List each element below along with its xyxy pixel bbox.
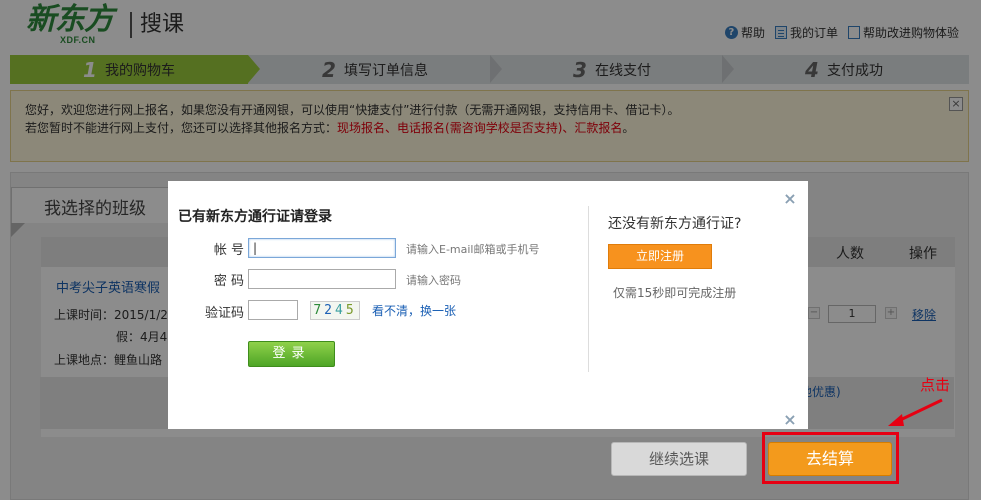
register-prompt: 还没有新东方通行证? [608, 216, 742, 232]
captcha-char: 2 [324, 303, 335, 318]
password-hint: 请输入密码 [406, 274, 461, 287]
highlight-box [762, 432, 899, 484]
register-note: 仅需15秒即可完成注册 [613, 286, 737, 300]
password-label: 密 码 [213, 274, 244, 289]
modal-divider [588, 206, 589, 372]
modal-close-icon[interactable]: × [783, 191, 797, 207]
account-label: 帐 号 [213, 243, 244, 258]
login-button[interactable]: 登录 [248, 341, 335, 367]
captcha-image[interactable]: 7245 [310, 301, 360, 320]
captcha-char: 5 [345, 303, 357, 318]
account-hint: 请输入E-mail邮箱或手机号 [406, 243, 540, 256]
captcha-label: 验证码 [204, 306, 244, 321]
continue-shopping-button[interactable]: 继续选课 [611, 442, 747, 476]
annotation-arrow-icon [888, 398, 943, 426]
password-input[interactable] [248, 269, 396, 289]
captcha-refresh-link[interactable]: 看不清，换一张 [372, 302, 456, 319]
captcha-input[interactable] [248, 300, 298, 320]
captcha-char: 4 [335, 303, 346, 318]
register-button[interactable]: 立即注册 [608, 244, 712, 269]
account-input[interactable]: | [248, 238, 396, 258]
modal-close-icon-bottom[interactable]: × [783, 412, 797, 428]
login-modal: × 已有新东方通行证请登录 帐 号 | 请输入E-mail邮箱或手机号 密 码 … [168, 181, 808, 429]
login-title: 已有新东方通行证请登录 [178, 209, 332, 225]
captcha-char: 7 [313, 303, 325, 318]
